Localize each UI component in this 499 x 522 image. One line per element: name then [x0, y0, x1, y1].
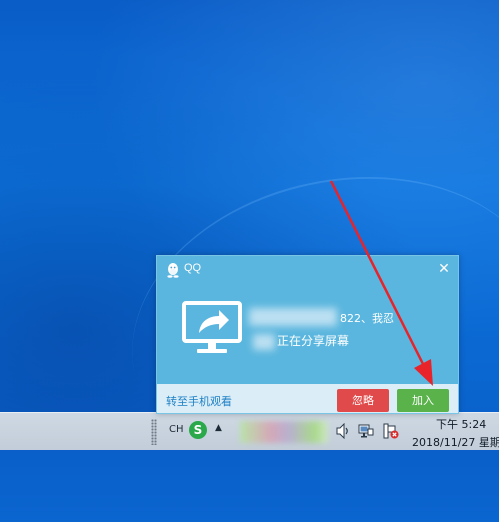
blurred-tray-icons[interactable] [240, 421, 328, 443]
clock-time[interactable]: 下午 5:24 [436, 416, 486, 432]
notification-app-title: QQ [184, 262, 202, 274]
notification-body: 822、我忍 正在分享屏幕 [157, 284, 458, 384]
sender-name: 822、我忍 [340, 312, 394, 325]
show-hidden-icons-icon[interactable]: ▲ [215, 423, 222, 433]
redacted-text [253, 334, 275, 350]
action-center-icon[interactable] [383, 423, 399, 439]
volume-icon[interactable] [336, 423, 350, 439]
taskbar: CH S ▲ 下午 5:24 2018/11/27 星期 [0, 412, 499, 450]
watch-on-phone-link[interactable]: 转至手机观看 [166, 393, 232, 409]
qq-penguin-icon [167, 263, 179, 278]
taskbar-grip[interactable] [151, 419, 157, 445]
join-button[interactable]: 加入 [397, 389, 449, 412]
input-language-indicator[interactable]: CH [169, 424, 184, 435]
redacted-avatar [249, 308, 337, 326]
share-message: 正在分享屏幕 [277, 334, 350, 348]
notification-titlebar: QQ ✕ [157, 256, 458, 284]
sogou-ime-icon[interactable]: S [189, 421, 207, 439]
clock-date[interactable]: 2018/11/27 星期 [412, 434, 499, 450]
screen-share-icon [182, 301, 242, 353]
qq-screen-share-notification: QQ ✕ 822、我忍 正在分享屏幕 转至手机观看 忽略 加入 [156, 255, 459, 414]
notification-footer: 转至手机观看 忽略 加入 [157, 384, 458, 413]
network-icon[interactable] [358, 423, 374, 439]
close-icon[interactable]: ✕ [436, 261, 452, 277]
ignore-button[interactable]: 忽略 [337, 389, 389, 412]
